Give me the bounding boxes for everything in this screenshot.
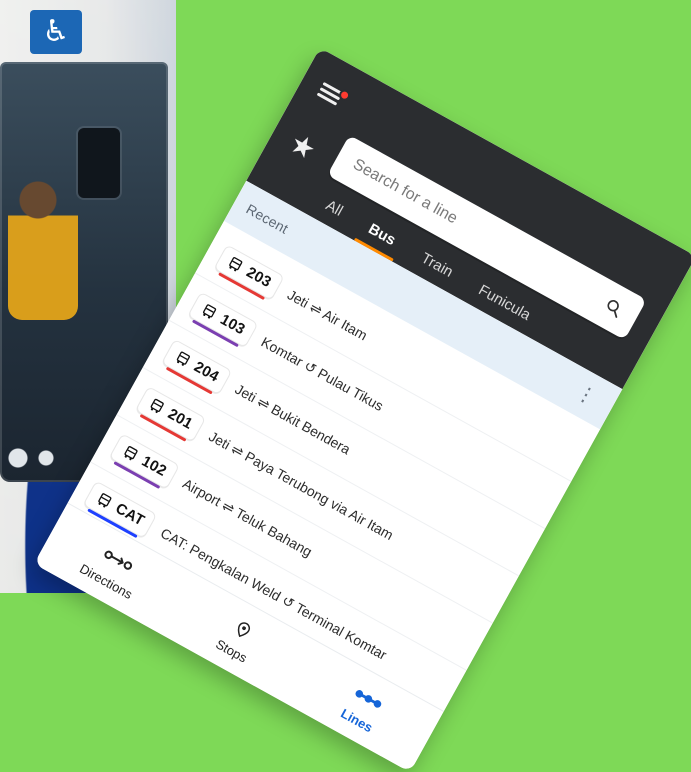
line-code: 203 [243, 263, 275, 292]
bus-icon [172, 348, 194, 370]
bus-headlights [6, 446, 66, 470]
side-mirror [78, 128, 120, 198]
line-code: 204 [191, 358, 222, 386]
bus-icon [224, 254, 246, 276]
recent-title: Recent [243, 200, 292, 237]
notification-dot [339, 90, 350, 100]
bus-icon [198, 301, 220, 323]
more-vertical-icon: ⋮ [571, 380, 600, 410]
bus-icon [120, 442, 142, 464]
bus-icon [146, 395, 168, 417]
line-code: 103 [217, 310, 248, 339]
line-code: 201 [164, 405, 196, 433]
line-code: CAT [112, 499, 148, 530]
bus-icon [94, 490, 116, 512]
favorites-star-icon[interactable]: ★ [280, 124, 326, 170]
driver-figure [8, 170, 78, 320]
wheelchair-sign-icon: ♿ [30, 10, 82, 54]
menu-button[interactable] [310, 75, 353, 116]
more-options-button[interactable]: ⋮ [565, 375, 606, 416]
line-code: 102 [138, 452, 170, 480]
